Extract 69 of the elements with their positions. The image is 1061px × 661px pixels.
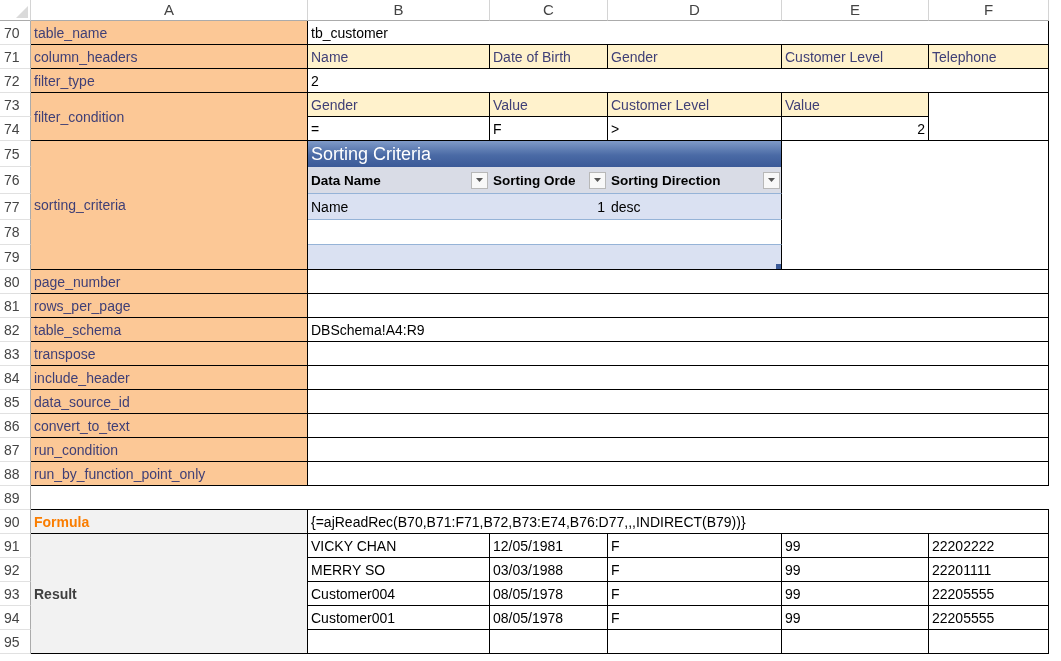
formula-cell: {=ajReadRec(B70,B71:F71,B72,B73:E74,B76:D77,,,INDIRECT(B79))} bbox=[308, 510, 1049, 534]
table-cell: 22202222 bbox=[929, 534, 1049, 558]
column-header: Sorting Orde bbox=[493, 172, 576, 188]
table-cell: Name bbox=[308, 45, 490, 69]
parameter-label: column_headers bbox=[31, 45, 308, 69]
table-cell: 99 bbox=[782, 582, 929, 606]
table-cell: 08/05/1978 bbox=[490, 606, 608, 630]
table-cell: 08/05/1978 bbox=[490, 582, 608, 606]
caret-icon bbox=[476, 178, 483, 182]
table-cell: Gender bbox=[608, 45, 782, 69]
parameter-label: filter_condition bbox=[31, 93, 308, 141]
table-cell: 12/05/1981 bbox=[490, 534, 608, 558]
table-cell: 99 bbox=[782, 558, 929, 582]
table-cell: 03/03/1988 bbox=[490, 558, 608, 582]
column-header[interactable]: B bbox=[308, 0, 490, 21]
parameter-label: rows_per_page bbox=[31, 294, 308, 318]
parameter-label: page_number bbox=[31, 270, 308, 294]
table-cell: Customer Level bbox=[782, 45, 929, 69]
column-header[interactable]: C bbox=[490, 0, 608, 21]
column-header[interactable]: A bbox=[31, 0, 308, 21]
resize-handle[interactable] bbox=[776, 264, 781, 269]
filter-dropdown-button[interactable] bbox=[589, 171, 606, 189]
table-cell: 22201111 bbox=[929, 558, 1049, 582]
table-cell: F bbox=[608, 558, 782, 582]
table-title: Sorting Criteria bbox=[308, 141, 782, 167]
table-cell: Value bbox=[490, 93, 608, 117]
table-cell: 99 bbox=[782, 534, 929, 558]
table-cell: Value bbox=[782, 93, 929, 117]
column-header: Data Name bbox=[311, 172, 381, 188]
table-cell: 2 bbox=[782, 117, 929, 141]
row-header[interactable]: 89 bbox=[0, 486, 31, 510]
filter-dropdown-button[interactable] bbox=[471, 171, 488, 189]
table-cell: VICKY CHAN bbox=[308, 534, 490, 558]
table-cell: DBSchema!A4:R9 bbox=[308, 318, 1049, 342]
parameter-label: table_name bbox=[31, 21, 308, 45]
table-cell: Telephone bbox=[929, 45, 1049, 69]
column-header[interactable]: E bbox=[782, 0, 929, 21]
column-header[interactable]: F bbox=[929, 0, 1049, 21]
parameter-label: sorting_criteria bbox=[31, 141, 308, 270]
table-cell: Date of Birth bbox=[490, 45, 608, 69]
table-cell-text: 1 bbox=[596, 197, 606, 217]
parameter-label: data_source_id bbox=[31, 390, 308, 414]
parameter-label: filter_type bbox=[31, 69, 308, 93]
table-cell: Customer Level bbox=[608, 93, 782, 117]
table-cell: Gender bbox=[308, 93, 490, 117]
column-header[interactable]: D bbox=[608, 0, 782, 21]
column-header: Sorting Direction bbox=[611, 172, 721, 188]
table-cell: MERRY SO bbox=[308, 558, 490, 582]
table-cell: F bbox=[608, 606, 782, 630]
table-cell: Customer004 bbox=[308, 582, 490, 606]
parameter-label: run_condition bbox=[31, 438, 308, 462]
parameter-label: table_schema bbox=[31, 318, 308, 342]
table-cell: Customer001 bbox=[308, 606, 490, 630]
parameter-label: transpose bbox=[31, 342, 308, 366]
table-cell: F bbox=[608, 534, 782, 558]
table-cell-text: Name bbox=[310, 197, 350, 217]
table-cell: 22205555 bbox=[929, 582, 1049, 606]
table-cell-text: desc bbox=[610, 197, 642, 217]
row-label: Formula bbox=[31, 510, 308, 534]
caret-icon bbox=[768, 178, 775, 182]
parameter-label: convert_to_text bbox=[31, 414, 308, 438]
parameter-label: run_by_function_point_only bbox=[31, 462, 308, 486]
table-cell: F bbox=[608, 582, 782, 606]
table-cell: 99 bbox=[782, 606, 929, 630]
caret-icon bbox=[594, 178, 601, 182]
filter-dropdown-button[interactable] bbox=[763, 171, 780, 189]
row-label: Result bbox=[31, 534, 308, 654]
parameter-label: include_header bbox=[31, 366, 308, 390]
table-cell: 22205555 bbox=[929, 606, 1049, 630]
